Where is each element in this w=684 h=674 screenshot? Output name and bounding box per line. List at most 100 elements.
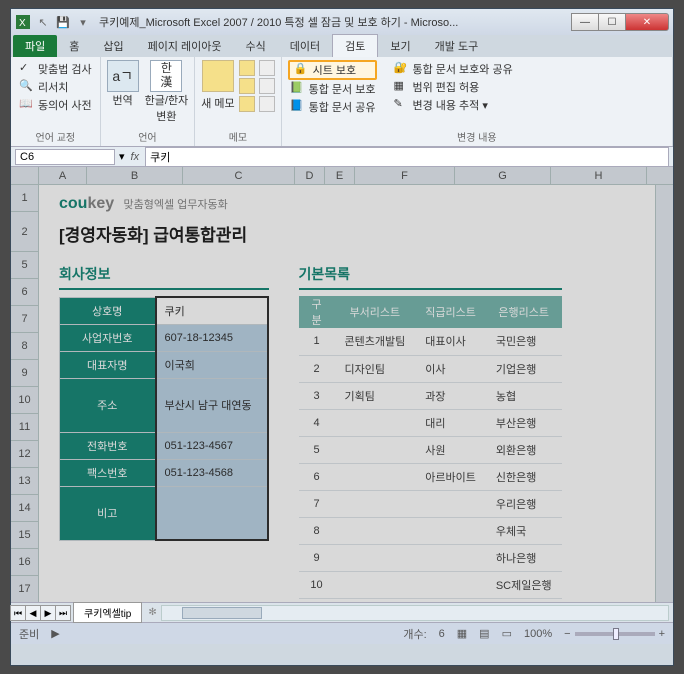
list-cell[interactable]: 대표이사 <box>415 328 486 355</box>
share-workbook-button[interactable]: 📘통합 문서 공유 <box>288 98 378 116</box>
research-button[interactable]: 🔍리서치 <box>17 78 94 96</box>
row-header[interactable]: 17 <box>11 576 39 602</box>
zoom-track[interactable] <box>575 632 655 636</box>
horizontal-scrollbar[interactable] <box>161 605 669 621</box>
list-cell[interactable]: 9 <box>299 544 335 571</box>
zoom-out-icon[interactable]: − <box>564 628 570 640</box>
list-cell[interactable]: 8 <box>299 517 335 544</box>
row-header[interactable]: 14 <box>11 495 39 522</box>
row-header[interactable]: 5 <box>11 252 39 279</box>
list-cell[interactable]: 2 <box>299 355 335 382</box>
spellcheck-button[interactable]: ✓맞춤법 검사 <box>17 60 94 78</box>
list-cell[interactable]: 하나은행 <box>486 544 562 571</box>
sheet-tab[interactable]: 쿠키엑셀tip <box>73 602 142 623</box>
col-header[interactable]: H <box>551 167 647 184</box>
list-cell[interactable] <box>415 544 486 571</box>
zoom-in-icon[interactable]: + <box>659 628 665 640</box>
list-cell[interactable]: 10 <box>299 571 335 598</box>
list-cell[interactable]: 우체국 <box>486 517 562 544</box>
tab-first-icon[interactable]: ⏮ <box>10 605 26 621</box>
zoom-thumb[interactable] <box>613 628 619 640</box>
fx-icon[interactable]: fx <box>125 151 146 163</box>
name-box[interactable]: C6 <box>15 149 115 165</box>
new-sheet-icon[interactable]: ✻ <box>148 607 156 618</box>
list-cell[interactable]: 1 <box>299 328 335 355</box>
list-cell[interactable]: 콘텐츠개발팀 <box>335 328 416 355</box>
list-cell[interactable]: SC제일은행 <box>486 571 562 598</box>
list-cell[interactable]: 아르바이트 <box>415 463 486 490</box>
info-value[interactable]: 051-123-4567 <box>156 432 268 459</box>
new-comment-button[interactable]: 새 메모 <box>201 60 234 112</box>
comment-next-icon[interactable] <box>239 78 255 94</box>
comment-prev-icon[interactable] <box>239 60 255 76</box>
row-header[interactable]: 10 <box>11 387 39 414</box>
list-cell[interactable] <box>415 490 486 517</box>
close-button[interactable]: ✕ <box>625 13 669 31</box>
tab-insert[interactable]: 삽입 <box>91 35 135 57</box>
list-cell[interactable]: 7 <box>299 490 335 517</box>
list-cell[interactable]: 대리 <box>415 409 486 436</box>
vertical-scrollbar[interactable] <box>655 185 673 602</box>
list-cell[interactable]: 국민은행 <box>486 328 562 355</box>
list-cell[interactable]: 6 <box>299 463 335 490</box>
row-header[interactable]: 16 <box>11 549 39 576</box>
list-cell[interactable]: 사원 <box>415 436 486 463</box>
tab-last-icon[interactable]: ⏭ <box>55 605 71 621</box>
info-value[interactable]: 051-123-4568 <box>156 459 268 486</box>
hanja-button[interactable]: 한漢한글/한자 변환 <box>145 60 189 124</box>
tab-prev-icon[interactable]: ◀ <box>25 605 41 621</box>
minimize-button[interactable]: — <box>571 13 599 31</box>
row-header[interactable]: 15 <box>11 522 39 549</box>
list-cell[interactable]: 신한은행 <box>486 463 562 490</box>
info-value[interactable]: 쿠키 <box>156 297 268 324</box>
select-icon[interactable]: ↖ <box>35 14 51 30</box>
list-cell[interactable] <box>335 517 416 544</box>
translate-button[interactable]: aㄱ번역 <box>107 60 139 124</box>
list-cell[interactable]: 농협 <box>486 382 562 409</box>
list-cell[interactable]: 디자인팀 <box>335 355 416 382</box>
list-cell[interactable]: 4 <box>299 409 335 436</box>
list-cell[interactable] <box>335 544 416 571</box>
tab-next-icon[interactable]: ▶ <box>40 605 56 621</box>
view-normal-icon[interactable]: ▦ <box>457 627 467 640</box>
col-header[interactable]: D <box>295 167 325 184</box>
protect-share-button[interactable]: 🔐통합 문서 보호와 공유 <box>391 60 514 78</box>
list-cell[interactable]: 3 <box>299 382 335 409</box>
info-value[interactable]: 607-18-12345 <box>156 324 268 351</box>
protect-sheet-button[interactable]: 🔒시트 보호 <box>288 60 378 80</box>
list-cell[interactable] <box>335 490 416 517</box>
macro-icon[interactable]: ▶ <box>51 627 59 640</box>
tab-data[interactable]: 데이터 <box>278 35 332 57</box>
col-header[interactable]: G <box>455 167 551 184</box>
tab-view[interactable]: 보기 <box>378 35 422 57</box>
list-cell[interactable] <box>335 409 416 436</box>
comment-showall-icon[interactable] <box>259 78 275 94</box>
list-cell[interactable]: 과장 <box>415 382 486 409</box>
allow-ranges-button[interactable]: ▦범위 편집 허용 <box>391 78 514 96</box>
list-cell[interactable] <box>415 571 486 598</box>
track-changes-button[interactable]: ✎변경 내용 추적 ▾ <box>391 96 514 114</box>
row-header[interactable]: 13 <box>11 468 39 495</box>
row-header[interactable]: 11 <box>11 414 39 441</box>
comment-delete-icon[interactable] <box>259 60 275 76</box>
list-cell[interactable]: 기획팀 <box>335 382 416 409</box>
hscroll-thumb[interactable] <box>182 607 262 619</box>
maximize-button[interactable]: ☐ <box>598 13 626 31</box>
row-header[interactable]: 12 <box>11 441 39 468</box>
list-cell[interactable]: 우리은행 <box>486 490 562 517</box>
list-cell[interactable]: 외환은행 <box>486 436 562 463</box>
list-cell[interactable]: 이사 <box>415 355 486 382</box>
comment-ink-icon[interactable] <box>259 96 275 112</box>
row-header[interactable]: 9 <box>11 360 39 387</box>
list-cell[interactable]: 부산은행 <box>486 409 562 436</box>
list-cell[interactable] <box>335 571 416 598</box>
col-header[interactable]: F <box>355 167 455 184</box>
select-all-corner[interactable] <box>11 167 39 184</box>
col-header[interactable]: E <box>325 167 355 184</box>
tab-developer[interactable]: 개발 도구 <box>423 35 491 57</box>
row-header[interactable]: 8 <box>11 333 39 360</box>
info-value[interactable] <box>156 486 268 540</box>
info-value[interactable]: 부산시 남구 대연동 <box>156 378 268 432</box>
comment-show-icon[interactable] <box>239 96 255 112</box>
tab-formulas[interactable]: 수식 <box>234 35 278 57</box>
